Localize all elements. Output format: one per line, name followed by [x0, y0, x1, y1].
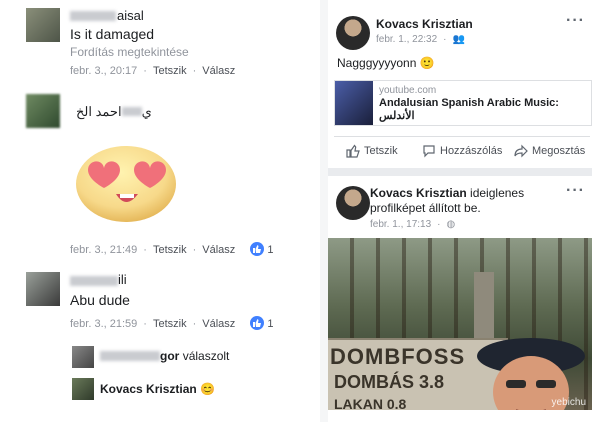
- heart-eyes-sticker: [74, 140, 178, 224]
- avatar[interactable]: [26, 8, 60, 42]
- globe-icon: ◍: [446, 219, 456, 230]
- author-name-redacted: [121, 107, 142, 116]
- avatar[interactable]: [26, 94, 60, 128]
- comment-text: Abu dude: [70, 292, 130, 308]
- comment-author[interactable]: ياحمد الخ: [76, 104, 152, 120]
- thumbs-up-icon: [346, 144, 360, 158]
- like-link[interactable]: Tetszik: [153, 244, 187, 256]
- avatar[interactable]: [336, 186, 370, 220]
- comment-meta: febr. 3., 20:17 · Tetszik · Válasz: [70, 65, 236, 77]
- avatar[interactable]: [72, 346, 94, 368]
- link-thumbnail: [335, 81, 373, 125]
- more-options-icon[interactable]: ···: [566, 182, 585, 200]
- comment-author[interactable]: aisal: [117, 8, 144, 23]
- like-link[interactable]: Tetszik: [153, 65, 187, 77]
- comment-icon: [423, 145, 435, 158]
- comment-time[interactable]: febr. 3., 21:59: [70, 318, 137, 330]
- post-text: Nagggyyyyonn 🙂: [337, 56, 435, 70]
- friends-icon: 👥: [452, 34, 465, 45]
- post-time[interactable]: febr. 1., 22:32: [376, 34, 437, 45]
- post-actions-divider: [334, 136, 590, 137]
- post-separator: [328, 168, 592, 176]
- smile-emoji-icon: 😊: [200, 382, 215, 396]
- reply-summary[interactable]: gor válaszolt: [160, 349, 229, 363]
- link-title: Andalusian Spanish Arabic Music:: [379, 97, 559, 109]
- sign-line-2: DOMBÁS 3.8: [334, 372, 445, 392]
- like-button[interactable]: Tetszik: [346, 144, 398, 158]
- translate-link[interactable]: Fordítás megtekintése: [70, 45, 189, 59]
- post-author[interactable]: Kovacs Krisztian: [370, 186, 467, 200]
- author-name-redacted: [100, 351, 160, 361]
- author-name-redacted: [70, 276, 118, 286]
- reply-link[interactable]: Válasz: [202, 244, 235, 256]
- reaction-count[interactable]: 1: [267, 318, 273, 330]
- smile-emoji-icon: 🙂: [419, 56, 435, 70]
- post-time[interactable]: febr. 1., 17:13: [370, 219, 431, 230]
- post-header-text: Kovacs Krisztian ideiglenes profilképet …: [370, 186, 525, 215]
- reaction-count[interactable]: 1: [267, 244, 273, 256]
- comment-time[interactable]: febr. 3., 21:49: [70, 244, 137, 256]
- comment-meta: febr. 3., 21:49 · Tetszik · Válasz 1: [70, 242, 274, 256]
- comment-text: Is it damaged: [70, 26, 155, 42]
- link-preview[interactable]: youtube.com Andalusian Spanish Arabic Mu…: [334, 80, 592, 126]
- avatar[interactable]: [336, 16, 370, 50]
- post-meta: febr. 1., 17:13 · ◍: [370, 219, 456, 230]
- like-link[interactable]: Tetszik: [153, 318, 187, 330]
- share-icon: [514, 144, 528, 158]
- comment-author[interactable]: ili: [118, 272, 127, 287]
- more-options-icon[interactable]: ···: [566, 12, 585, 30]
- post-meta: febr. 1., 22:32 · 👥: [376, 34, 465, 45]
- link-domain: youtube.com: [379, 85, 437, 96]
- author-name-redacted: [70, 11, 116, 21]
- profile-photo[interactable]: DOMBFOSS DOMBÁS 3.8 LAKAN 0.8 yebichu: [328, 238, 592, 410]
- share-button[interactable]: Megosztás: [514, 144, 585, 158]
- comment-time[interactable]: febr. 3., 20:17: [70, 65, 137, 77]
- comment-meta: febr. 3., 21:59 · Tetszik · Válasz 1: [70, 316, 274, 330]
- sign-line-1: DOMBFOSS: [330, 344, 466, 369]
- link-subtitle: الأندلس: [379, 110, 415, 122]
- reply-preview[interactable]: Kovacs Krisztian 😊: [100, 382, 215, 396]
- reply-link[interactable]: Válasz: [202, 65, 235, 77]
- avatar[interactable]: [26, 272, 60, 306]
- like-reaction-icon[interactable]: [250, 316, 265, 330]
- like-reaction-icon[interactable]: [250, 242, 265, 256]
- feed-background-strip: [320, 0, 328, 422]
- comment-button[interactable]: Hozzászólás: [422, 144, 502, 158]
- watermark: yebichu: [551, 397, 586, 408]
- sign-line-3: LAKAN 0.8: [334, 396, 407, 410]
- reply-link[interactable]: Válasz: [202, 318, 235, 330]
- avatar[interactable]: [72, 378, 94, 400]
- post-author[interactable]: Kovacs Krisztian: [376, 17, 473, 31]
